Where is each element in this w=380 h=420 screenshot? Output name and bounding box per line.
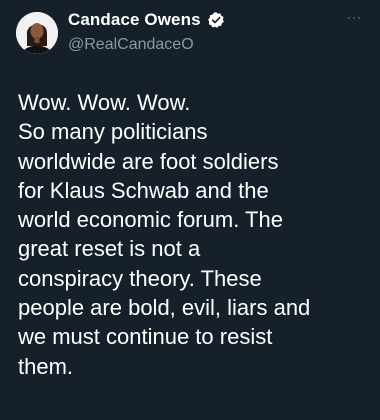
more-options-icon[interactable]: ··· xyxy=(347,11,362,23)
profile-photo-icon xyxy=(16,12,58,54)
tweet-line: for Klaus Schwab and the xyxy=(18,177,269,203)
tweet-line: people are bold, evil, liars and xyxy=(18,295,311,321)
tweet-line: world economic forum. The xyxy=(18,207,283,233)
tweet-header: Candace Owens @RealCandaceO xyxy=(68,8,340,54)
tweet-line: them. xyxy=(18,353,74,379)
display-name[interactable]: Candace Owens xyxy=(68,10,201,30)
verified-badge-icon xyxy=(207,12,224,28)
tweet-card: Candace Owens @RealCandaceO ··· Wow. Wow… xyxy=(0,0,380,420)
name-row: Candace Owens xyxy=(68,8,340,32)
tweet-line: great reset is not a xyxy=(18,236,201,262)
tweet-line: worldwide are foot soldiers xyxy=(18,148,279,174)
tweet-text: Wow. Wow. Wow. So many politicians world… xyxy=(18,88,368,381)
avatar[interactable] xyxy=(16,12,58,54)
tweet-line: we must continue to resist xyxy=(18,324,273,350)
tweet-line: conspiracy theory. These xyxy=(18,265,262,291)
handle[interactable]: @RealCandaceO xyxy=(68,36,340,54)
tweet-line: Wow. Wow. Wow. xyxy=(18,90,191,115)
tweet-line: So many politicians xyxy=(18,119,208,145)
